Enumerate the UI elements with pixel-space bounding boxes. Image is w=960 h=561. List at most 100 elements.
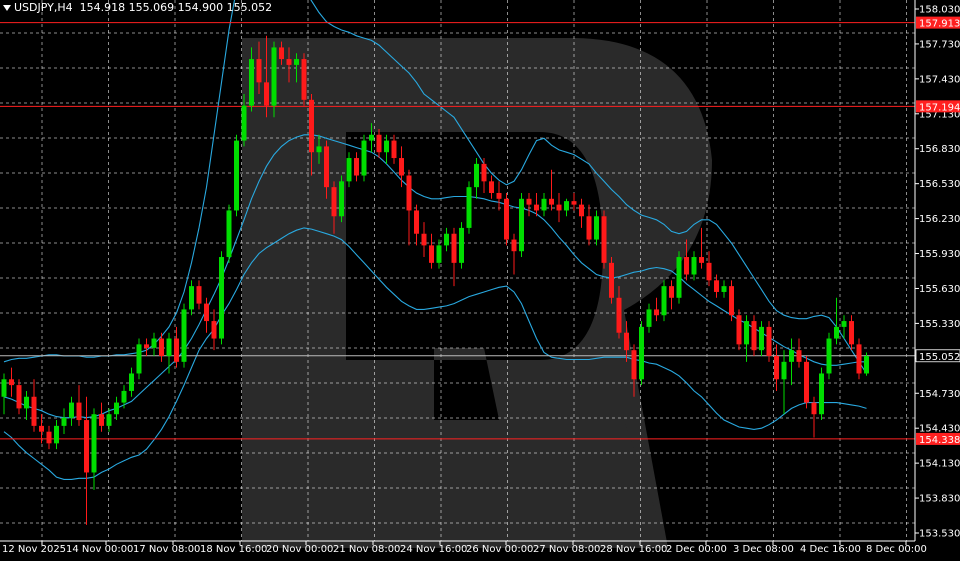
level-price-label: 157.913 xyxy=(919,19,960,30)
y-tick-label: 155.930 xyxy=(919,249,960,260)
price-chart[interactable]: 158.030157.730157.430157.130156.830156.5… xyxy=(0,0,960,557)
x-tick-label: 4 Dec 16:00 xyxy=(800,544,861,555)
candle-bull xyxy=(316,146,322,153)
candle-bull xyxy=(54,425,59,444)
candle-bear xyxy=(699,257,704,263)
candle-bear xyxy=(504,198,509,240)
y-tick-label: 156.530 xyxy=(919,179,960,190)
candle-bull xyxy=(759,326,764,351)
candle-bear xyxy=(616,297,622,333)
candle-bear xyxy=(84,420,89,473)
x-tick-label: 24 Nov 16:00 xyxy=(400,544,467,555)
x-tick-label: 26 Nov 00:00 xyxy=(466,544,533,555)
candle-bull xyxy=(594,216,599,240)
candle-bear xyxy=(264,82,269,106)
candle-bear xyxy=(9,379,14,386)
candle-bear xyxy=(331,187,337,217)
candle-bear xyxy=(391,140,397,159)
candle-bull xyxy=(841,321,847,327)
y-tick-label: 157.730 xyxy=(919,39,960,50)
candle-bear xyxy=(579,204,584,217)
x-tick-label: 20 Nov 00:00 xyxy=(266,544,333,555)
candle-bull xyxy=(474,163,479,188)
candle-bear xyxy=(376,134,382,153)
candle-bull xyxy=(234,140,239,211)
candle-bull xyxy=(661,286,667,316)
y-tick-label: 154.130 xyxy=(919,459,960,470)
x-tick-label: 12 Nov 2025 xyxy=(2,544,66,555)
candle-bear xyxy=(601,216,607,263)
level-price-label: 154.338 xyxy=(919,435,960,446)
candle-bear xyxy=(414,210,419,234)
candle-bear xyxy=(511,239,517,252)
candle-bear xyxy=(31,396,37,426)
candle-bear xyxy=(279,47,284,60)
candle-bear xyxy=(571,201,577,205)
candle-bull xyxy=(384,140,389,153)
candle-bear xyxy=(729,286,734,316)
symbol-header: USDJPY,H4 154.918 155.069 154.900 155.05… xyxy=(2,1,272,14)
candle-bull xyxy=(676,257,682,298)
candle-bear xyxy=(399,158,404,176)
candle-bull xyxy=(789,350,794,362)
candle-bear xyxy=(76,402,82,421)
candle-bear xyxy=(489,181,494,193)
candle-bull xyxy=(639,326,644,380)
candle-bull xyxy=(219,257,224,339)
candle-bear xyxy=(354,158,359,176)
candle-bull xyxy=(346,158,352,182)
x-tick-label: 3 Dec 08:00 xyxy=(733,544,794,555)
candle-bear xyxy=(609,262,614,298)
symbol-label: USDJPY,H4 xyxy=(14,1,73,14)
candle-bull xyxy=(744,321,749,345)
candle-bear xyxy=(301,59,307,100)
candle-bear xyxy=(421,233,427,246)
candle-bull xyxy=(564,201,569,211)
candle-bull xyxy=(181,309,187,362)
candle-bull xyxy=(106,414,112,426)
candle-bear xyxy=(429,245,434,263)
candle-bear xyxy=(706,262,712,281)
candle-bear xyxy=(211,321,217,339)
candle-bear xyxy=(39,425,44,432)
candle-bull xyxy=(444,233,449,246)
candle-bull xyxy=(294,59,299,65)
candle-bear xyxy=(496,192,502,199)
candle-bear xyxy=(804,361,809,403)
y-tick-label: 154.730 xyxy=(919,389,960,400)
candle-bull xyxy=(826,338,832,374)
x-tick-label: 2 Dec 00:00 xyxy=(666,544,727,555)
candle-bear xyxy=(654,309,659,316)
candle-bull xyxy=(189,286,194,310)
triangle-down-icon[interactable] xyxy=(3,4,11,11)
x-tick-label: 27 Nov 08:00 xyxy=(533,544,600,555)
candle-bear xyxy=(556,204,562,211)
y-tick-label: 156.830 xyxy=(919,144,960,155)
candle-bull xyxy=(241,105,247,141)
x-tick-label: 14 Nov 00:00 xyxy=(66,544,133,555)
candle-bull xyxy=(339,181,344,217)
x-tick-label: 18 Nov 16:00 xyxy=(200,544,267,555)
candle-bear xyxy=(624,332,629,351)
candle-bull xyxy=(121,390,127,403)
candle-bear xyxy=(811,402,817,415)
y-tick-label: 157.430 xyxy=(919,74,960,85)
x-tick-label: 17 Nov 08:00 xyxy=(133,544,200,555)
candle-bear xyxy=(451,233,457,263)
candle-bull xyxy=(781,361,787,380)
candle-bull xyxy=(114,402,119,415)
chart-area[interactable]: 158.030 157.730 157.430 157.130 156.830 156.5… xyxy=(0,0,960,557)
y-tick-label: 158.030 xyxy=(919,5,960,16)
x-axis-ticks: 12 Nov 2025 14 Nov 00:00 17 Nov 08:00 18 No… xyxy=(2,541,927,555)
candle-bear xyxy=(534,204,539,211)
candle-bull xyxy=(466,187,472,228)
candle-bull xyxy=(61,417,67,426)
candle-bull xyxy=(151,338,157,348)
candle-bear xyxy=(174,338,179,362)
candle-bear xyxy=(481,163,487,182)
candle-bull xyxy=(271,47,277,106)
candle-bull xyxy=(226,210,232,258)
candle-bear xyxy=(586,216,592,240)
ohlc-values: 154.918 155.069 154.900 155.052 xyxy=(79,1,273,14)
candle-bear xyxy=(669,286,674,298)
